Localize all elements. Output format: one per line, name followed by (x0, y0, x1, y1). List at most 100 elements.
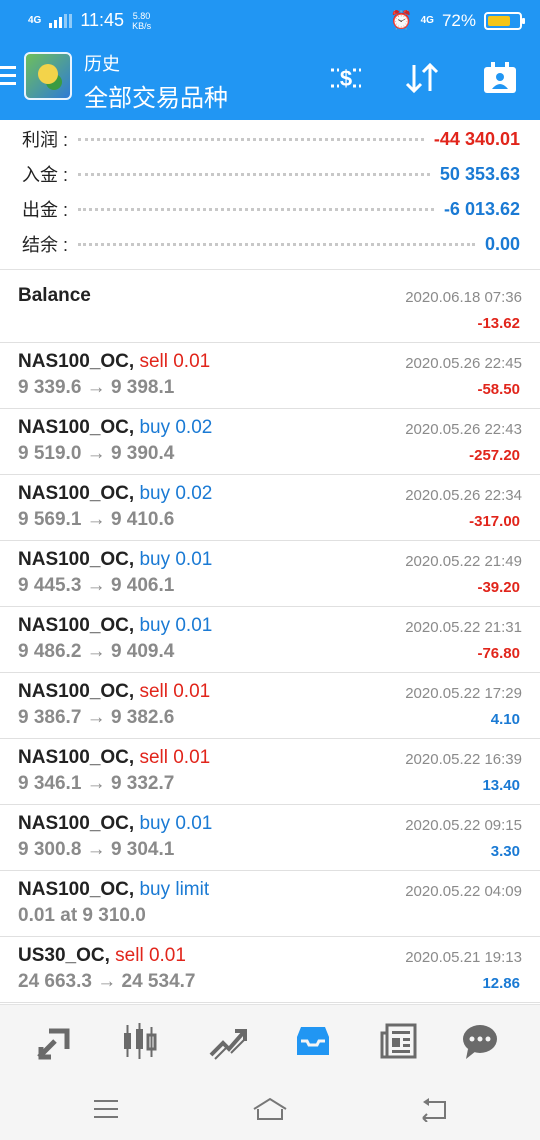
menu-icon[interactable] (0, 66, 16, 88)
signal-icon (49, 13, 73, 28)
summary-withdrawal: 出金 : -6 013.62 (22, 198, 520, 221)
trade-profit: -317.00 (469, 513, 520, 530)
trade-action: sell 0.01 (115, 945, 186, 966)
trade-date: 2020.05.26 22:43 (405, 421, 522, 438)
chat-icon[interactable] (455, 1019, 505, 1063)
currency-exchange-icon[interactable]: $ (326, 58, 366, 98)
trade-title: NAS100_OC, buy 0.02 (18, 417, 212, 439)
app-logo (24, 52, 72, 100)
history-icon[interactable] (288, 1019, 338, 1063)
trade-row[interactable]: NAS100_OC, buy limit 0.01 at 9 310.0 2020.… (0, 871, 540, 937)
trade-row[interactable]: US30_OC, sell 0.01 24 663.3 → 24 534.7 202… (0, 937, 540, 1003)
trade-row[interactable]: NAS100_OC, sell 0.01 9 386.7 → 9 382.6 202… (0, 673, 540, 739)
trade-profit: -76.80 (477, 645, 520, 662)
trade-symbol: NAS100_OC (18, 813, 129, 834)
sort-icon[interactable] (402, 58, 442, 98)
trade-symbol: NAS100_OC (18, 879, 129, 900)
account-summary: 利润 : -44 340.01 入金 : 50 353.63 出金 : -6 0… (0, 120, 540, 270)
trade-symbol: NAS100_OC (18, 351, 129, 372)
status-right: ⏰ 4G 72% (390, 10, 525, 31)
trade-separator: , (128, 615, 140, 636)
svg-text:$: $ (340, 66, 352, 91)
trade-action: buy 0.01 (139, 549, 213, 570)
quotes-icon[interactable] (30, 1019, 80, 1063)
trade-symbol: NAS100_OC (18, 747, 129, 768)
trade-row[interactable]: NAS100_OC, buy 0.02 9 569.1 → 9 410.6 2020… (0, 475, 540, 541)
back-icon[interactable] (414, 1092, 454, 1126)
trade-date: 2020.05.22 09:15 (405, 817, 522, 834)
trade-action: buy 0.01 (139, 615, 213, 636)
trade-action: buy 0.01 (139, 813, 213, 834)
trade-separator: , (128, 747, 140, 768)
trade-symbol: NAS100_OC (18, 549, 129, 570)
summary-value: 50 353.63 (439, 163, 520, 184)
trade-row[interactable]: NAS100_OC, buy 0.02 9 519.0 → 9 390.4 2020… (0, 409, 540, 475)
trade-row[interactable]: NAS100_OC, sell 0.01 9 346.1 → 9 332.7 202… (0, 739, 540, 805)
trade-row[interactable]: NAS100_OC, buy 0.01 9 445.3 → 9 406.1 2020… (0, 541, 540, 607)
app-header: 4G 11:45 5.80 KB/s ⏰ 4G 72% 历史 全部交易品种 $ (0, 0, 540, 120)
trade-symbol: NAS100_OC (18, 681, 129, 702)
trade-prices: 24 663.3 → 24 534.7 (18, 971, 196, 992)
trade-icon[interactable] (202, 1019, 252, 1063)
trade-profit: -257.20 (469, 447, 520, 464)
trade-symbol: US30_OC (18, 945, 105, 966)
trade-date: 2020.05.21 19:13 (405, 949, 522, 966)
summary-profit: 利润 : -44 340.01 (22, 128, 520, 151)
trade-title: NAS100_OC, buy 0.01 (18, 813, 212, 835)
summary-value: 0.00 (484, 233, 520, 254)
trade-title: NAS100_OC, buy limit (18, 879, 209, 901)
page-subtitle: 历史 (84, 54, 120, 74)
trade-prices: 9 386.7 → 9 382.6 (18, 707, 175, 728)
page-title[interactable]: 全部交易品种 (84, 78, 228, 113)
trade-prices: 9 346.1 → 9 332.7 (18, 773, 175, 794)
trade-separator: , (128, 417, 140, 438)
recents-icon[interactable] (86, 1092, 126, 1126)
trade-date: 2020.06.18 07:36 (405, 289, 522, 306)
trade-symbol: Balance (18, 285, 91, 306)
trade-date: 2020.05.22 17:29 (405, 685, 522, 702)
home-icon[interactable] (250, 1092, 290, 1126)
trade-date: 2020.05.22 16:39 (405, 751, 522, 768)
summary-value: -6 013.62 (443, 198, 520, 219)
trade-separator: , (128, 681, 140, 702)
trade-prices: 9 519.0 → 9 390.4 (18, 443, 175, 464)
trade-symbol: NAS100_OC (18, 615, 129, 636)
trade-prices: 0.01 at 9 310.0 (18, 905, 146, 926)
trade-separator: , (128, 879, 140, 900)
battery-icon (484, 11, 525, 30)
trade-prices: 9 486.2 → 9 409.4 (18, 641, 175, 662)
summary-balance: 结余 : 0.00 (22, 233, 520, 256)
trade-action: buy limit (139, 879, 210, 900)
clock: 11:45 (80, 10, 125, 30)
status-left: 4G 11:45 5.80 KB/s (28, 10, 151, 31)
system-nav-bar (0, 1078, 540, 1140)
chart-icon[interactable] (115, 1019, 165, 1063)
trade-row[interactable]: NAS100_OC, buy 0.01 9 300.8 → 9 304.1 2020… (0, 805, 540, 871)
trade-title: NAS100_OC, sell 0.01 (18, 351, 210, 373)
trade-profit: 4.10 (490, 711, 520, 728)
trade-row[interactable]: NAS100_OC, sell 0.01 9 339.6 → 9 398.1 202… (0, 343, 540, 409)
trade-date: 2020.05.22 21:31 (405, 619, 522, 636)
trade-prices: 9 445.3 → 9 406.1 (18, 575, 175, 596)
news-icon[interactable] (374, 1019, 424, 1063)
trade-title: NAS100_OC, buy 0.01 (18, 615, 212, 637)
trade-action: sell 0.01 (139, 351, 211, 372)
trade-profit: -39.20 (477, 579, 520, 596)
trade-prices: 9 300.8 → 9 304.1 (18, 839, 175, 860)
balance-row[interactable]: Balance 2020.06.18 07:36 -13.62 (0, 277, 540, 343)
trade-title: NAS100_OC, sell 0.01 (18, 681, 210, 703)
network-speed: 5.80 KB/s (132, 10, 152, 31)
trade-action: buy 0.02 (139, 483, 213, 504)
trade-separator: , (128, 813, 140, 834)
trade-date: 2020.05.26 22:34 (405, 487, 522, 504)
trade-row[interactable]: NAS100_OC, buy 0.01 9 486.2 → 9 409.4 2020… (0, 607, 540, 673)
trade-title: NAS100_OC, buy 0.02 (18, 483, 212, 505)
calendar-icon[interactable] (480, 58, 520, 98)
trade-profit: 12.86 (482, 975, 520, 992)
summary-value: -44 340.01 (433, 128, 520, 149)
alarm-icon: ⏰ (390, 10, 413, 30)
network-type: 4G (28, 14, 42, 26)
battery-percent: 72% (441, 10, 476, 30)
trade-title: NAS100_OC, sell 0.01 (18, 747, 210, 769)
trade-separator: , (128, 483, 140, 504)
